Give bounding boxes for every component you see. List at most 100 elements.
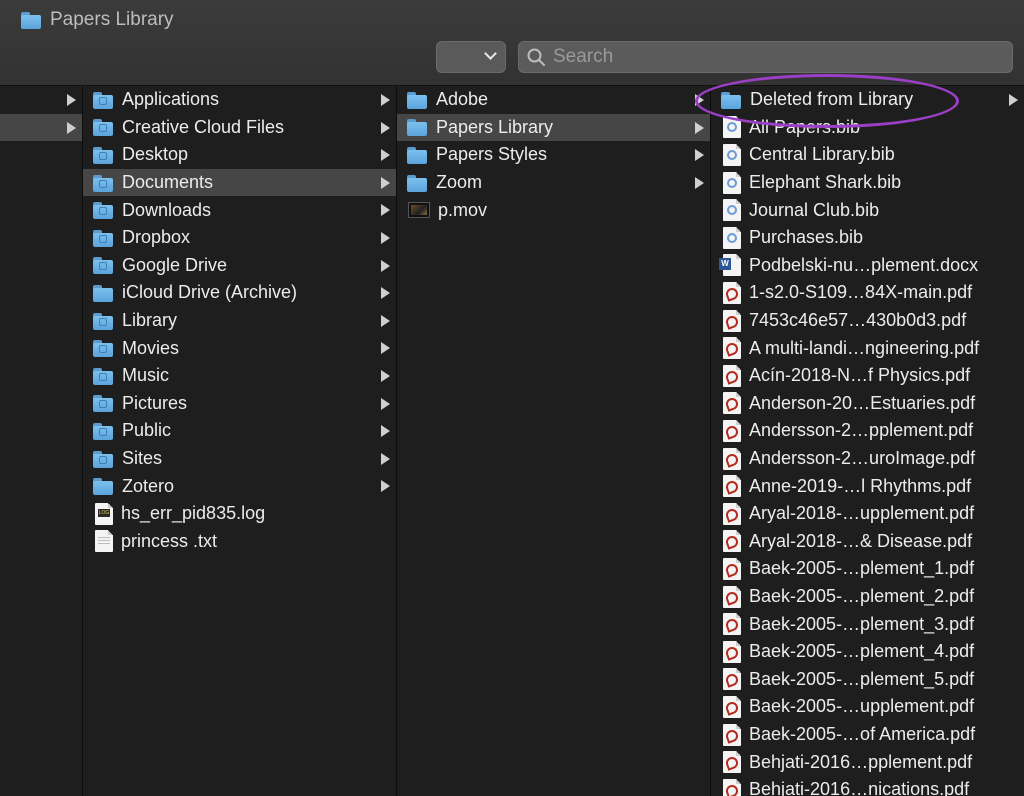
column2-item[interactable]: Sites xyxy=(83,445,396,473)
column4-item[interactable]: Baek-2005-…of America.pdf xyxy=(711,721,1024,749)
column2-item[interactable]: Creative Cloud Files xyxy=(83,114,396,142)
column4-item-label: Aryal-2018-…upplement.pdf xyxy=(749,503,975,524)
column2-item-label: hs_err_pid835.log xyxy=(121,503,266,524)
column2-item[interactable]: Zotero xyxy=(83,472,396,500)
column4-item-label: Andersson-2…uroImage.pdf xyxy=(749,448,976,469)
column4-item[interactable]: Deleted from Library xyxy=(711,86,1024,114)
column4-item[interactable]: W Podbelski-nu…plement.docx xyxy=(711,252,1024,280)
view-options-dropdown[interactable] xyxy=(436,41,506,73)
column4-item[interactable]: Baek-2005-…plement_4.pdf xyxy=(711,638,1024,666)
column2-item[interactable]: princess .txt xyxy=(83,528,396,556)
column4-item-label: Baek-2005-…upplement.pdf xyxy=(749,696,975,717)
folder-icon xyxy=(406,145,428,165)
column4-item[interactable]: 7453c46e57…430b0d3.pdf xyxy=(711,307,1024,335)
column-3[interactable]: Adobe Papers Library Papers Styles Zoom p.mo… xyxy=(397,86,711,796)
column4-item-label: Baek-2005-…plement_5.pdf xyxy=(749,668,975,689)
folder-downloads-icon xyxy=(92,200,114,220)
column4-item[interactable]: Anne-2019-…l Rhythms.pdf xyxy=(711,472,1024,500)
column-browser: Applications Creative Cloud Files Desktop D… xyxy=(0,86,1024,796)
column4-item-label: All Papers.bib xyxy=(749,116,861,137)
column4-item[interactable]: Baek-2005-…plement_2.pdf xyxy=(711,583,1024,611)
pdf-file-icon xyxy=(723,502,741,525)
disclosure-arrow-icon xyxy=(381,204,390,217)
disclosure-arrow-icon xyxy=(381,452,390,465)
column4-item[interactable]: Baek-2005-…upplement.pdf xyxy=(711,693,1024,721)
column4-item[interactable]: Aryal-2018-…& Disease.pdf xyxy=(711,528,1024,556)
bib-file-icon xyxy=(723,171,741,194)
column4-item[interactable]: Elephant Shark.bib xyxy=(711,169,1024,197)
search-field[interactable] xyxy=(518,41,1013,73)
folder-drive-icon xyxy=(92,255,114,275)
column4-item[interactable]: All Papers.bib xyxy=(711,114,1024,142)
column4-item-label: Elephant Shark.bib xyxy=(749,172,902,193)
pdf-file-icon xyxy=(723,337,741,360)
pdf-file-icon xyxy=(723,281,741,304)
folder-icon xyxy=(406,173,428,193)
column4-item[interactable]: Andersson-2…pplement.pdf xyxy=(711,417,1024,445)
disclosure-arrow-icon xyxy=(381,314,390,327)
column3-item[interactable]: p.mov xyxy=(397,196,710,224)
column2-item-label: Downloads xyxy=(122,199,212,220)
disclosure-arrow-icon xyxy=(381,342,390,355)
folder-documents-icon xyxy=(92,173,114,193)
column3-item-label: Papers Styles xyxy=(436,144,548,165)
pdf-file-icon xyxy=(723,364,741,387)
column3-item[interactable]: Papers Styles xyxy=(397,141,710,169)
column4-item[interactable]: Andersson-2…uroImage.pdf xyxy=(711,445,1024,473)
column3-item[interactable]: Papers Library xyxy=(397,113,710,142)
column4-item[interactable]: Aryal-2018-…upplement.pdf xyxy=(711,500,1024,528)
folder-icon xyxy=(406,117,428,137)
column-4[interactable]: Deleted from Library All Papers.bib Centra… xyxy=(711,86,1024,796)
column4-item[interactable]: Acín-2018-N…f Physics.pdf xyxy=(711,362,1024,390)
column4-item-label: Anne-2019-…l Rhythms.pdf xyxy=(749,475,972,496)
column2-item[interactable]: Dropbox xyxy=(83,224,396,252)
column4-item-label: Journal Club.bib xyxy=(749,199,880,220)
column4-item[interactable]: Purchases.bib xyxy=(711,224,1024,252)
column4-item-label: Podbelski-nu…plement.docx xyxy=(749,254,979,275)
column4-item-label: Central Library.bib xyxy=(749,144,895,165)
column1-item[interactable] xyxy=(0,86,82,114)
disclosure-arrow-icon xyxy=(67,121,76,134)
column4-item[interactable]: Baek-2005-…plement_1.pdf xyxy=(711,555,1024,583)
column-2[interactable]: Applications Creative Cloud Files Desktop D… xyxy=(83,86,397,796)
column4-item[interactable]: Central Library.bib xyxy=(711,141,1024,169)
column2-item[interactable]: Library xyxy=(83,307,396,335)
column4-item[interactable]: Baek-2005-…plement_5.pdf xyxy=(711,666,1024,694)
column4-item[interactable]: Anderson-20…Estuaries.pdf xyxy=(711,390,1024,418)
folder-library-icon xyxy=(92,311,114,331)
column2-item[interactable]: Google Drive xyxy=(83,252,396,280)
column2-item[interactable]: Movies xyxy=(83,334,396,362)
column4-item[interactable]: A multi-landi…ngineering.pdf xyxy=(711,334,1024,362)
column3-item[interactable]: Zoom xyxy=(397,169,710,197)
folder-icon xyxy=(406,90,428,110)
column-1[interactable] xyxy=(0,86,83,796)
column4-item-label: Andersson-2…pplement.pdf xyxy=(749,420,974,441)
column3-item[interactable]: Adobe xyxy=(397,86,710,114)
bib-file-icon xyxy=(723,226,741,249)
column1-item[interactable] xyxy=(0,113,82,142)
column2-item[interactable]: Music xyxy=(83,362,396,390)
column2-item[interactable]: Documents xyxy=(83,168,396,197)
column2-item-label: Sites xyxy=(122,448,163,469)
column4-item[interactable]: Journal Club.bib xyxy=(711,196,1024,224)
column2-item[interactable]: Desktop xyxy=(83,141,396,169)
column2-item[interactable]: iCloud Drive (Archive) xyxy=(83,279,396,307)
column4-item[interactable]: Behjati-2016…nications.pdf xyxy=(711,776,1024,796)
column2-item-label: Desktop xyxy=(122,144,189,165)
search-input[interactable] xyxy=(553,46,993,68)
column2-item[interactable]: Applications xyxy=(83,86,396,114)
disclosure-arrow-icon xyxy=(695,176,704,189)
column4-item[interactable]: Baek-2005-…plement_3.pdf xyxy=(711,610,1024,638)
column4-item[interactable]: Behjati-2016…pplement.pdf xyxy=(711,748,1024,776)
pdf-file-icon xyxy=(723,613,741,636)
folder-icon xyxy=(92,476,114,496)
column2-item[interactable]: Downloads xyxy=(83,196,396,224)
disclosure-arrow-icon xyxy=(695,149,704,162)
column4-item[interactable]: 1-s2.0-S109…84X-main.pdf xyxy=(711,279,1024,307)
column4-item-label: Anderson-20…Estuaries.pdf xyxy=(749,392,976,413)
column2-item[interactable]: Public xyxy=(83,417,396,445)
column2-item[interactable]: LOG hs_err_pid835.log xyxy=(83,500,396,528)
column2-item[interactable]: Pictures xyxy=(83,390,396,418)
disclosure-arrow-icon xyxy=(381,397,390,410)
search-icon xyxy=(527,48,545,66)
